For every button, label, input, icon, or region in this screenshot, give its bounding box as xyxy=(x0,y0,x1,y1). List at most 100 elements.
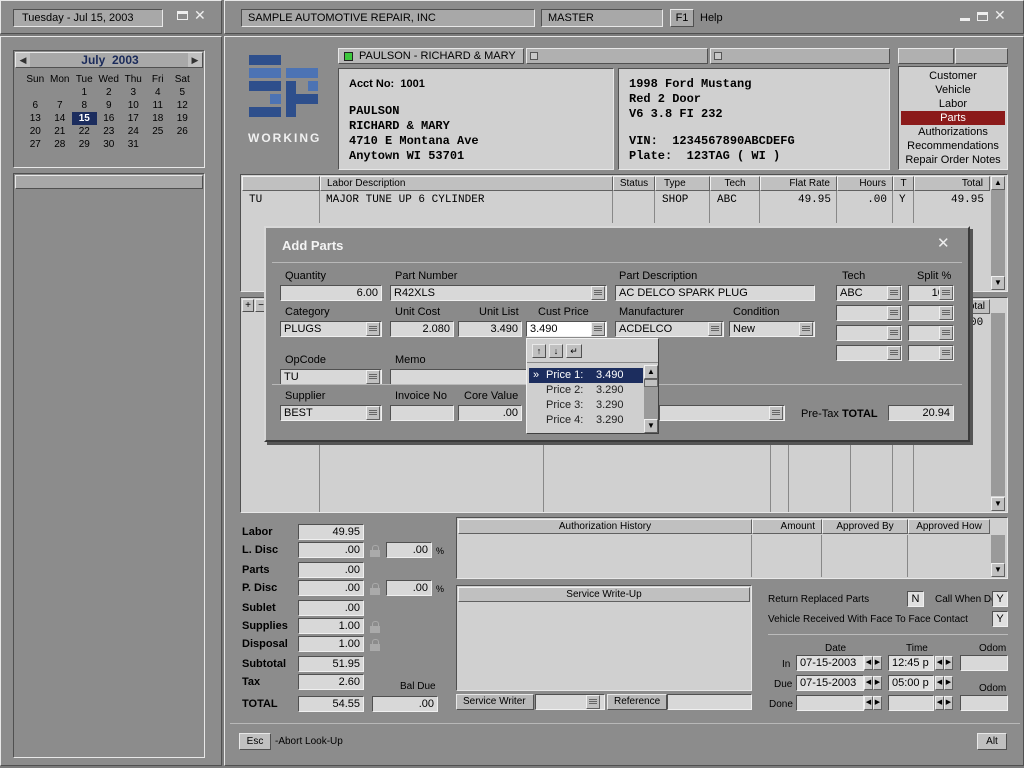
customer-tab[interactable]: PAULSON - RICHARD & MARY xyxy=(338,48,524,64)
enter-icon[interactable]: ↵ xyxy=(566,344,582,358)
supplier-list-icon[interactable] xyxy=(366,406,380,420)
due-time-spinner[interactable]: ◀ ▶ xyxy=(935,676,953,690)
scroll-down-button[interactable]: ▼ xyxy=(644,419,658,433)
totals-subtotal-field[interactable]: 51.95 xyxy=(298,656,364,672)
price-scroll-thumb[interactable] xyxy=(644,379,658,387)
invoice-no-field[interactable] xyxy=(390,405,454,421)
scroll-down-button[interactable]: ▼ xyxy=(991,563,1005,577)
nav-tab-b[interactable] xyxy=(955,48,1008,64)
calendar-day[interactable]: 27 xyxy=(23,138,48,151)
arrow-up-icon[interactable]: ↑ xyxy=(532,344,546,358)
lock-icon[interactable] xyxy=(370,583,380,595)
extra-field[interactable] xyxy=(659,405,785,421)
scroll-down-button[interactable]: ▼ xyxy=(991,497,1005,511)
category-list-icon[interactable] xyxy=(366,322,380,336)
customer-tab-2[interactable] xyxy=(526,48,708,64)
done-time-spinner[interactable]: ◀ ▶ xyxy=(935,696,953,710)
calendar-day[interactable]: 14 xyxy=(48,112,73,125)
in-date-field[interactable]: 07-15-2003 xyxy=(796,655,864,671)
price-option[interactable]: Price 4: 3.290 xyxy=(529,413,643,428)
lock-icon[interactable] xyxy=(370,639,380,651)
core-value-field[interactable]: .00 xyxy=(458,405,522,421)
done-time-field[interactable] xyxy=(888,695,934,711)
close-icon[interactable]: ✕ xyxy=(937,236,950,252)
calendar-day[interactable]: 19 xyxy=(170,112,195,125)
calendar-day[interactable]: 29 xyxy=(72,138,97,151)
esc-key[interactable]: Esc xyxy=(239,733,271,750)
due-date-spinner[interactable]: ◀ ▶ xyxy=(864,676,882,690)
calendar-day[interactable]: 10 xyxy=(121,99,146,112)
lock-icon[interactable] xyxy=(370,545,380,557)
calendar-day[interactable]: 18 xyxy=(146,112,171,125)
scroll-up-button[interactable]: ▲ xyxy=(991,176,1005,190)
manufacturer-list-icon[interactable] xyxy=(708,322,722,336)
totals-sublet-field[interactable]: .00 xyxy=(298,600,364,616)
calendar-day[interactable]: 15 xyxy=(72,112,97,125)
totals-supplies-field[interactable]: 1.00 xyxy=(298,618,364,634)
calendar-day[interactable]: 9 xyxy=(97,99,122,112)
tech-list-icon[interactable] xyxy=(887,346,901,360)
expand-button[interactable]: + xyxy=(242,299,254,312)
totals-ldisc-field[interactable]: .00 xyxy=(298,542,364,558)
lock-icon[interactable] xyxy=(370,621,380,633)
minimize-icon[interactable] xyxy=(177,11,188,20)
nav-tab-a[interactable] xyxy=(898,48,954,64)
price-option[interactable]: » Price 1: 3.490 xyxy=(529,368,643,383)
nav-item-parts[interactable]: Parts xyxy=(901,111,1005,125)
in-time-field[interactable]: 12:45 p xyxy=(888,655,934,671)
due-time-field[interactable]: 05:00 p xyxy=(888,675,934,691)
totals-disposal-field[interactable]: 1.00 xyxy=(298,636,364,652)
quantity-field[interactable]: 6.00 xyxy=(280,285,382,301)
alt-key[interactable]: Alt xyxy=(977,733,1007,750)
calendar-day[interactable]: 12 xyxy=(170,99,195,112)
part-description-field[interactable]: AC DELCO SPARK PLUG xyxy=(615,285,815,301)
condition-list-icon[interactable] xyxy=(799,322,813,336)
calendar-day[interactable]: 11 xyxy=(146,99,171,112)
split-list-icon[interactable] xyxy=(939,346,953,360)
in-date-spinner[interactable]: ◀ ▶ xyxy=(864,656,882,670)
face-contact-field[interactable]: Y xyxy=(992,611,1008,627)
in-odom-field[interactable] xyxy=(960,655,1008,671)
totals-ldisc_pct-field[interactable]: .00 xyxy=(386,542,432,558)
nav-item-repair-order-notes[interactable]: Repair Order Notes xyxy=(901,153,1005,167)
done-odom-field[interactable] xyxy=(960,695,1008,711)
close-icon[interactable]: ✕ xyxy=(994,7,1006,23)
close-icon[interactable]: ✕ xyxy=(194,7,206,23)
service-writer-list-icon[interactable] xyxy=(586,695,600,709)
calendar-day[interactable]: 31 xyxy=(121,138,146,151)
help-label[interactable]: Help xyxy=(700,12,723,24)
calendar-day[interactable]: 25 xyxy=(146,125,171,138)
bal-due-field[interactable]: .00 xyxy=(372,696,438,712)
calendar-day[interactable]: 22 xyxy=(72,125,97,138)
done-date-spinner[interactable]: ◀ ▶ xyxy=(864,696,882,710)
totals-tax-field[interactable]: 2.60 xyxy=(298,674,364,690)
totals-labor-field[interactable]: 49.95 xyxy=(298,524,364,540)
part-number-field[interactable]: R42XLS xyxy=(390,285,607,301)
calendar-day[interactable]: 3 xyxy=(121,86,146,99)
reference-field[interactable] xyxy=(667,694,752,710)
calendar-day[interactable]: 17 xyxy=(121,112,146,125)
calendar-day[interactable]: 2 xyxy=(97,86,122,99)
price-option[interactable]: Price 2: 3.290 xyxy=(529,383,643,398)
unit-list-field[interactable]: 3.490 xyxy=(458,321,522,337)
calendar-day[interactable]: 4 xyxy=(146,86,171,99)
parts-scrollbar[interactable] xyxy=(991,313,1005,496)
opcode-list-icon[interactable] xyxy=(366,370,380,384)
price-scrollbar[interactable] xyxy=(644,387,658,419)
help-key[interactable]: F1 xyxy=(670,9,694,27)
labor-scrollbar[interactable] xyxy=(991,190,1005,276)
call-when-done-field[interactable]: Y xyxy=(992,591,1008,607)
nav-item-labor[interactable]: Labor xyxy=(901,97,1005,111)
in-time-spinner[interactable]: ◀ ▶ xyxy=(935,656,953,670)
calendar-day[interactable]: 13 xyxy=(23,112,48,125)
calendar-day[interactable]: 28 xyxy=(48,138,73,151)
scroll-down-button[interactable]: ▼ xyxy=(991,276,1005,290)
nav-item-recommendations[interactable]: Recommendations xyxy=(901,139,1005,153)
totals-pdisc_pct-field[interactable]: .00 xyxy=(386,580,432,596)
minimize-icon[interactable] xyxy=(960,18,970,21)
restore-icon[interactable] xyxy=(977,12,988,21)
prev-month-button[interactable]: ◀ xyxy=(16,53,30,67)
auth-scrollbar[interactable] xyxy=(991,535,1005,563)
done-date-field[interactable] xyxy=(796,695,864,711)
calendar-day[interactable]: 5 xyxy=(170,86,195,99)
